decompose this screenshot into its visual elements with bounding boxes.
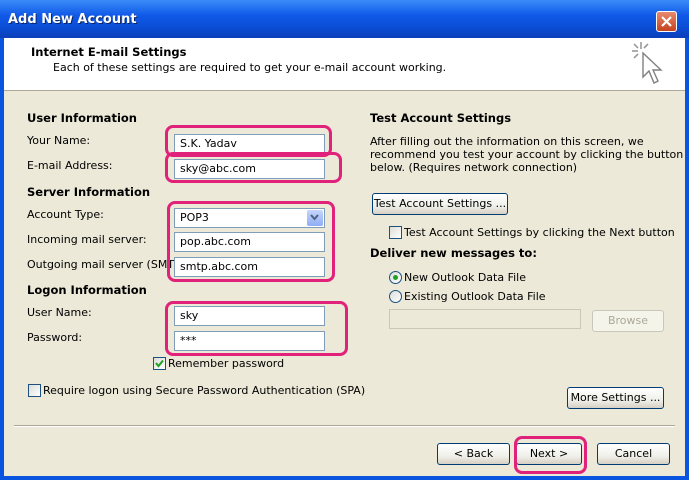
close-icon: [661, 16, 672, 27]
email-label: E-mail Address:: [27, 159, 113, 172]
radio-selected-dot: [393, 275, 398, 280]
title-bar[interactable]: Add New Account: [0, 0, 689, 38]
incoming-label: Incoming mail server:: [27, 233, 147, 246]
more-settings-button[interactable]: More Settings ...: [567, 387, 664, 409]
name-label: Your Name:: [27, 134, 91, 147]
test-on-next-label[interactable]: Test Account Settings by clicking the Ne…: [404, 226, 675, 239]
password-label: Password:: [27, 331, 83, 344]
browse-button[interactable]: Browse: [592, 310, 664, 332]
account-type-label: Account Type:: [27, 208, 104, 221]
test-on-next-checkbox[interactable]: [389, 226, 402, 239]
cancel-button[interactable]: Cancel: [597, 443, 670, 465]
remember-password-checkbox[interactable]: [153, 357, 166, 370]
user-info-heading: User Information: [27, 111, 137, 125]
test-description-line-1: After filling out the information on thi…: [370, 135, 644, 148]
test-description-line-3: below. (Requires network connection): [370, 161, 578, 174]
logon-info-heading: Logon Information: [27, 283, 147, 297]
server-info-heading: Server Information: [27, 185, 151, 199]
annotation-outline-logon: [165, 301, 348, 356]
wizard-header: Internet E-mail Settings Each of these s…: [4, 38, 685, 91]
spa-checkbox[interactable]: [28, 384, 41, 397]
annotation-outline-server: [167, 201, 335, 282]
existing-data-file-radio[interactable]: [389, 290, 402, 303]
wizard-cursor-icon: [632, 42, 663, 84]
test-description-line-2: recommend you test your account by click…: [370, 148, 684, 161]
checkmark-icon: [155, 359, 164, 368]
header-subtitle: Each of these settings are required to g…: [53, 61, 447, 74]
remember-password-label[interactable]: Remember password: [168, 357, 284, 370]
existing-data-file-label[interactable]: Existing Outlook Data File: [404, 290, 546, 303]
test-settings-heading: Test Account Settings: [370, 111, 512, 125]
add-account-window: Add New Account Internet E-mail Settings…: [0, 0, 689, 480]
spa-label[interactable]: Require logon using Secure Password Auth…: [43, 384, 365, 397]
annotation-outline-next: [514, 436, 587, 474]
footer-divider: [14, 425, 675, 427]
annotation-outline-email: [165, 152, 342, 183]
back-button[interactable]: < Back: [437, 443, 510, 465]
new-data-file-radio[interactable]: [389, 271, 402, 284]
data-file-path-field[interactable]: [389, 309, 581, 329]
close-button[interactable]: [656, 11, 677, 32]
dialog-body: Internet E-mail Settings Each of these s…: [4, 38, 685, 476]
new-data-file-label[interactable]: New Outlook Data File: [404, 271, 526, 284]
header-title: Internet E-mail Settings: [31, 45, 187, 59]
outgoing-label: Outgoing mail server (SMTP):: [27, 258, 189, 271]
test-account-settings-button[interactable]: Test Account Settings ...: [372, 193, 508, 215]
window-title: Add New Account: [8, 12, 137, 27]
deliver-heading: Deliver new messages to:: [370, 246, 537, 260]
username-label: User Name:: [27, 306, 92, 319]
